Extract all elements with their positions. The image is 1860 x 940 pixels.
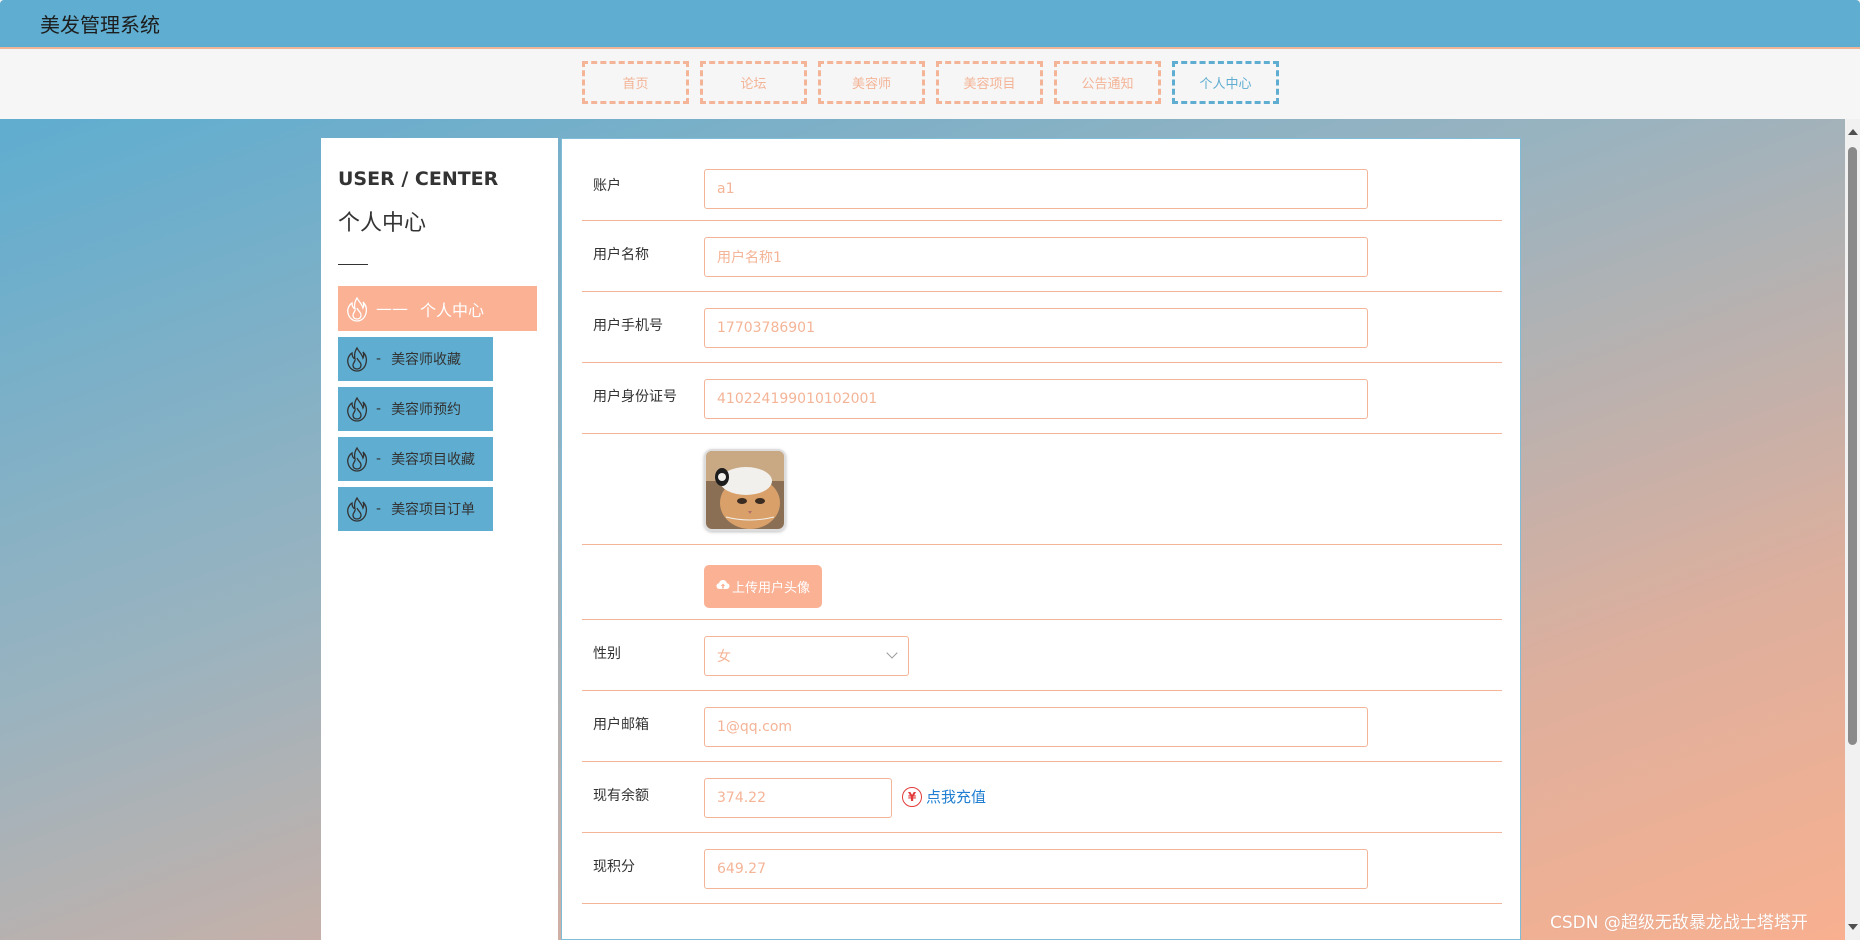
- sidebar-item-stylist-favorites[interactable]: - 美容师收藏: [338, 337, 493, 381]
- sidebar-item-project-orders[interactable]: - 美容项目订单: [338, 487, 493, 531]
- sidebar-item-dash: -: [376, 401, 382, 417]
- nav-list: 首页 论坛 美容师 美容项目 公告通知 个人中心: [582, 61, 1279, 104]
- watermark: CSDN @超级无敌暴龙战士塔塔开: [1550, 913, 1808, 933]
- sidebar-item-dash: -: [376, 351, 382, 367]
- nav-item-notice[interactable]: 公告通知: [1054, 61, 1161, 104]
- sidebar-divider: [338, 264, 368, 265]
- gender-select-value: 女: [717, 649, 731, 665]
- app-header: 美发管理系统: [0, 0, 1860, 49]
- points-label: 现积分: [593, 859, 635, 875]
- sidebar-item-label: 美容师收藏: [391, 352, 462, 368]
- user-avatar: [704, 449, 786, 531]
- recharge-label: 点我充值: [926, 788, 987, 806]
- fire-icon: [346, 296, 368, 322]
- email-input[interactable]: 1@qq.com: [704, 707, 1368, 747]
- balance-input[interactable]: 374.22: [704, 778, 892, 818]
- form-row-gender: 性别 女: [582, 620, 1502, 691]
- scroll-down-arrow-icon[interactable]: [1848, 924, 1858, 930]
- form-row-avatar: [582, 434, 1502, 545]
- points-input[interactable]: 649.27: [704, 849, 1368, 889]
- sidebar-item-dash: -: [376, 451, 382, 467]
- sidebar-title-en: USER / CENTER: [338, 168, 499, 190]
- id-card-input[interactable]: 410224199010102001: [704, 379, 1368, 419]
- page-scrollbar[interactable]: [1845, 119, 1860, 940]
- scroll-up-arrow-icon[interactable]: [1848, 129, 1858, 135]
- sidebar-item-dash: -: [376, 501, 382, 517]
- sidebar-item-user-center[interactable]: —— 个人中心: [338, 286, 537, 331]
- nav-item-home[interactable]: 首页: [582, 61, 689, 104]
- user-profile-form: 账户 a1 用户名称 用户名称1 用户手机号 17703786901 用户身份证…: [561, 138, 1521, 940]
- sidebar-item-stylist-booking[interactable]: - 美容师预约: [338, 387, 493, 431]
- nav-item-forum[interactable]: 论坛: [700, 61, 807, 104]
- sidebar-item-label: 美容师预约: [391, 402, 462, 418]
- nav-item-beauty-project[interactable]: 美容项目: [936, 61, 1043, 104]
- gender-select[interactable]: 女: [704, 636, 909, 676]
- sidebar-item-label: 美容项目收藏: [391, 452, 476, 468]
- fire-icon: [346, 346, 368, 372]
- form-row-username: 用户名称 用户名称1: [582, 221, 1502, 292]
- app-title: 美发管理系统: [40, 13, 160, 37]
- fire-icon: [346, 496, 368, 522]
- id-card-label: 用户身份证号: [593, 389, 677, 405]
- scroll-thumb[interactable]: [1848, 147, 1857, 745]
- account-label: 账户: [593, 178, 621, 194]
- form-row-points: 现积分 649.27: [582, 833, 1502, 904]
- fire-icon: [346, 446, 368, 472]
- recharge-link[interactable]: ¥ 点我充值: [902, 786, 986, 807]
- form-row-upload: 上传用户头像: [582, 545, 1502, 620]
- cloud-upload-icon: [716, 579, 730, 595]
- username-label: 用户名称: [593, 247, 649, 263]
- nav-item-user-center[interactable]: 个人中心: [1172, 61, 1279, 104]
- sidebar-title-cn: 个人中心: [338, 211, 427, 236]
- sidebar-item-label: 个人中心: [420, 300, 485, 320]
- username-input[interactable]: 用户名称1: [704, 237, 1368, 277]
- fire-icon: [346, 396, 368, 422]
- yen-icon: ¥: [902, 786, 922, 807]
- chevron-down-icon: [886, 647, 898, 659]
- form-row-email: 用户邮箱 1@qq.com: [582, 691, 1502, 762]
- user-center-sidebar: USER / CENTER 个人中心 —— 个人中心 - 美容师收藏 - 美容师…: [321, 138, 558, 940]
- sidebar-item-project-favorites[interactable]: - 美容项目收藏: [338, 437, 493, 481]
- top-nav: 首页 论坛 美容师 美容项目 公告通知 个人中心: [0, 49, 1860, 119]
- upload-avatar-label: 上传用户头像: [731, 581, 810, 596]
- sidebar-item-label: 美容项目订单: [391, 502, 476, 518]
- nav-item-stylist[interactable]: 美容师: [818, 61, 925, 104]
- email-label: 用户邮箱: [593, 717, 649, 733]
- account-input[interactable]: a1: [704, 169, 1368, 209]
- sidebar-item-dash: ——: [376, 299, 408, 318]
- upload-avatar-button[interactable]: 上传用户头像: [704, 565, 822, 608]
- gender-label: 性别: [593, 646, 621, 662]
- phone-label: 用户手机号: [593, 318, 663, 334]
- phone-input[interactable]: 17703786901: [704, 308, 1368, 348]
- form-row-id-card: 用户身份证号 410224199010102001: [582, 363, 1502, 434]
- form-row-account: 账户 a1: [582, 139, 1502, 221]
- balance-label: 现有余额: [593, 788, 649, 804]
- form-row-balance: 现有余额 374.22 ¥ 点我充值: [582, 762, 1502, 833]
- form-row-phone: 用户手机号 17703786901: [582, 292, 1502, 363]
